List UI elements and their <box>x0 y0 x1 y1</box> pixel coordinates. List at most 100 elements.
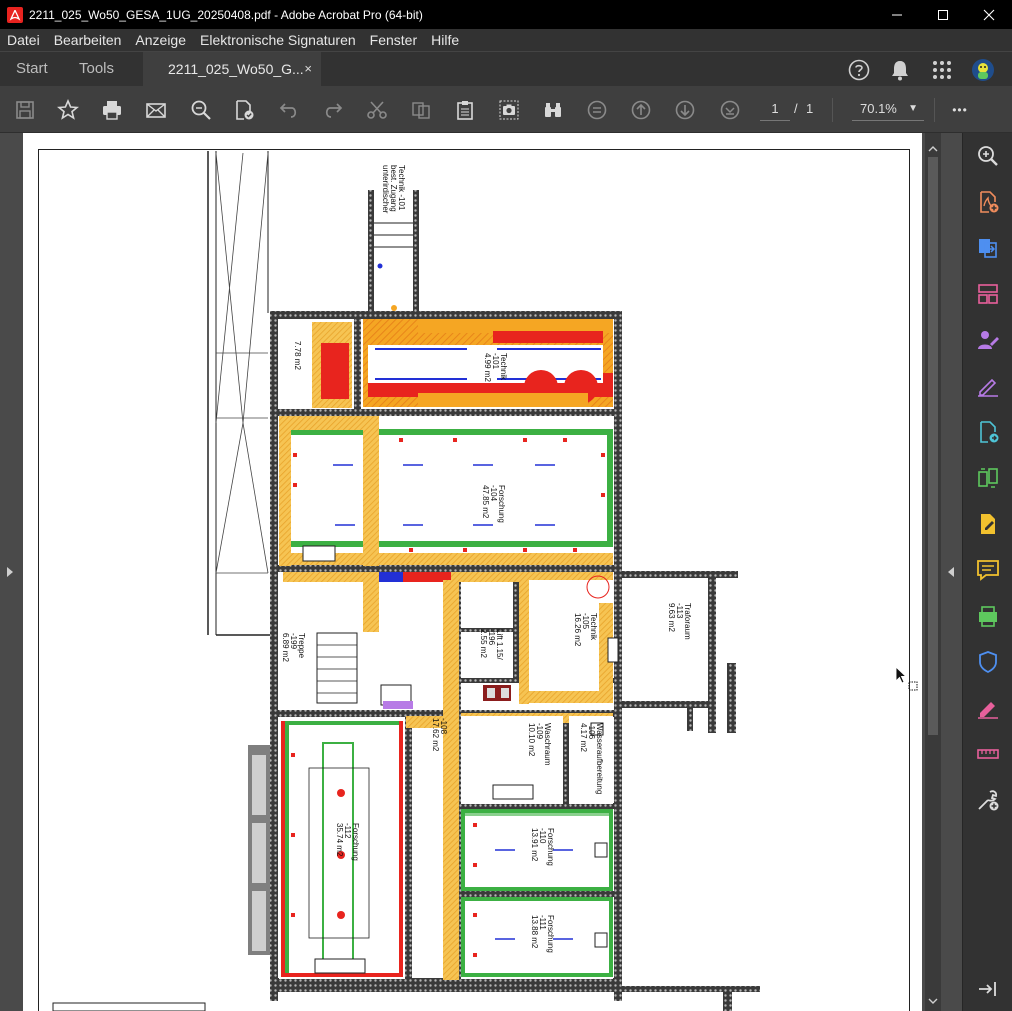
more-tools-add[interactable] <box>976 788 1000 812</box>
chevron-left-icon <box>948 567 954 577</box>
menu-hilfe[interactable]: Hilfe <box>424 29 466 51</box>
document-check-icon <box>236 100 254 120</box>
scanner-icon <box>979 606 997 627</box>
avatar[interactable] <box>971 58 995 82</box>
arrow-up-circle-icon <box>631 100 651 120</box>
chevron-right-icon <box>7 567 13 577</box>
label-treppe-area: 6.89 m2 <box>281 633 290 662</box>
tab-bar: Start Tools 2211_025_Wo50_G... × <box>0 51 1012 87</box>
zoom-search-icon <box>191 100 211 120</box>
label-top-note-1: unterirdischer <box>381 165 390 214</box>
request-signature-tool[interactable] <box>976 328 1000 352</box>
edit-pdf-tool[interactable] <box>976 512 1000 536</box>
floor-plan: unterirdischer best. Zugang Technik -101… <box>52 151 760 1011</box>
create-pdf-tool[interactable] <box>976 190 1000 214</box>
scroll-thumb[interactable] <box>928 157 938 735</box>
marker-icon <box>978 702 998 719</box>
close-window-button[interactable] <box>966 0 1012 29</box>
more-tools-button[interactable]: ••• <box>946 97 974 123</box>
redo-icon <box>325 103 343 118</box>
compare-files-tool[interactable] <box>976 466 1000 490</box>
left-pane-toggle[interactable] <box>6 565 14 583</box>
zoom-value: 70.1% <box>860 101 897 116</box>
bookmark-star-button[interactable] <box>55 97 81 123</box>
menu-bar: Datei Bearbeiten Anzeige Elektronische S… <box>0 29 1012 51</box>
send-for-review-tool[interactable] <box>976 420 1000 444</box>
label-waschraum-area: 10.10 m2 <box>527 723 536 757</box>
maximize-button[interactable] <box>920 0 966 29</box>
redact-tool[interactable] <box>976 696 1000 720</box>
snapshot-button[interactable] <box>496 97 522 123</box>
cut-button[interactable] <box>364 97 390 123</box>
lift-196 <box>483 685 511 701</box>
room-forschung-104 <box>279 416 613 566</box>
bell-icon[interactable] <box>888 58 912 82</box>
last-page-button[interactable] <box>717 97 743 123</box>
label-small-room-area: 7.78 m2 <box>293 341 302 370</box>
menu-bearbeiten[interactable]: Bearbeiten <box>47 29 129 51</box>
help-icon[interactable] <box>847 58 871 82</box>
scroll-mode-button[interactable] <box>584 97 610 123</box>
tab-document[interactable]: 2211_025_Wo50_G... × <box>143 52 321 87</box>
scroll-up-icon[interactable] <box>925 143 941 155</box>
acrobat-window: 2211_025_Wo50_GESA_1UG_20250408.pdf - Ad… <box>0 0 1012 1011</box>
collapse-pane-button[interactable] <box>976 977 1000 1001</box>
find-button[interactable] <box>188 97 214 123</box>
paste-button[interactable] <box>452 97 478 123</box>
zoom-in-tool[interactable] <box>976 144 1000 168</box>
document-edit-icon <box>981 514 995 534</box>
tab-tools[interactable]: Tools <box>79 52 114 86</box>
email-button[interactable] <box>143 97 169 123</box>
circle-dash-icon <box>587 100 607 120</box>
scan-ocr-tool[interactable] <box>976 604 1000 628</box>
document-workspace[interactable]: unterirdischer best. Zugang Technik -101… <box>0 133 962 1011</box>
print-icon <box>103 101 121 120</box>
organize-pages-icon <box>978 284 998 304</box>
pen-sign-icon <box>978 378 998 397</box>
read-mode-button[interactable] <box>540 97 566 123</box>
document-share-icon <box>980 421 999 443</box>
protect-tool[interactable] <box>976 650 1000 674</box>
page-number-input[interactable]: 1 <box>760 97 790 121</box>
label-technik-101-area: 4.99 m2 <box>483 353 492 382</box>
save-button[interactable] <box>12 97 38 123</box>
binoculars-icon <box>545 103 561 117</box>
fill-sign-tool[interactable] <box>976 374 1000 398</box>
redo-button[interactable] <box>320 97 346 123</box>
undo-icon <box>279 103 297 118</box>
scroll-down-icon[interactable] <box>925 995 941 1007</box>
tab-close-button[interactable]: × <box>304 52 312 86</box>
zoom-select[interactable]: 70.1% ▼ <box>852 97 924 121</box>
main-toolbar: 1 / 1 70.1% ▼ ••• <box>0 86 1012 133</box>
next-page-button[interactable] <box>672 97 698 123</box>
menu-datei[interactable]: Datei <box>0 29 47 51</box>
label-top-note-3: Technik -101 <box>397 165 406 211</box>
export-pdf-tool[interactable] <box>976 236 1000 260</box>
measure-tool[interactable] <box>976 742 1000 766</box>
camera-icon <box>499 100 519 120</box>
previous-page-button[interactable] <box>628 97 654 123</box>
undo-button[interactable] <box>276 97 302 123</box>
pdf-page[interactable]: unterirdischer best. Zugang Technik -101… <box>23 133 922 1011</box>
right-pane-toggle[interactable] <box>947 565 955 583</box>
copy-button[interactable] <box>408 97 434 123</box>
clipboard-icon <box>457 101 473 120</box>
mail-icon <box>146 103 166 118</box>
menu-fenster[interactable]: Fenster <box>363 29 424 51</box>
tab-start[interactable]: Start <box>16 52 48 86</box>
zoom-in-icon <box>978 146 998 166</box>
apps-grid-icon[interactable] <box>930 58 954 82</box>
minimize-button[interactable] <box>874 0 920 29</box>
vertical-scrollbar[interactable] <box>925 133 941 1011</box>
room-small-7-78 <box>278 319 352 409</box>
organize-pages-tool[interactable] <box>976 282 1000 306</box>
print-button[interactable] <box>99 97 125 123</box>
compare-icon <box>978 468 998 488</box>
menu-anzeige[interactable]: Anzeige <box>128 29 193 51</box>
menu-elektronische-signaturen[interactable]: Elektronische Signaturen <box>193 29 363 51</box>
label-forschung-104-area: 47.85 m2 <box>481 485 490 519</box>
verify-button[interactable] <box>231 97 257 123</box>
tools-pane <box>962 133 1012 1011</box>
wrench-plus-icon <box>978 790 999 811</box>
comment-tool[interactable] <box>976 558 1000 582</box>
